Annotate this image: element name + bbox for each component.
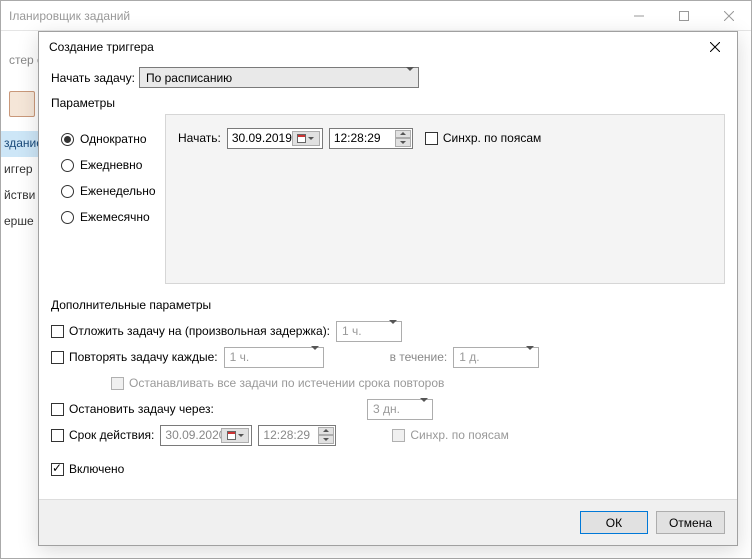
trigger-type-combo[interactable]: По расписанию [139, 67, 419, 88]
parameters-row: Однократно Ежедневно Еженедельно Ежемеся… [51, 114, 725, 284]
duration-label: в течение: [390, 350, 448, 364]
chevron-down-icon [406, 71, 414, 85]
close-button[interactable] [706, 1, 751, 30]
delay-row: Отложить задачу на (произвольная задержк… [51, 318, 725, 344]
checkbox-icon [425, 132, 438, 145]
time-spinner [318, 427, 334, 444]
radio-weekly[interactable]: Еженедельно [61, 178, 165, 204]
dialog-title: Создание триггера [49, 40, 692, 54]
chevron-down-icon [308, 137, 314, 140]
repeat-duration-combo: 1 д. [453, 347, 539, 368]
begin-task-label: Начать задачу: [51, 71, 139, 85]
enabled-row: Включено [51, 456, 725, 482]
trigger-type-value: По расписанию [146, 71, 232, 85]
wizard-sidebar: здание иггер йстви ерше [1, 131, 39, 235]
spin-up-button[interactable] [395, 130, 411, 139]
start-date-input[interactable]: 30.09.2019 [227, 128, 323, 149]
checkbox-icon [392, 429, 405, 442]
checkbox-icon [51, 325, 64, 338]
advanced-label: Дополнительные параметры [51, 298, 725, 312]
start-label: Начать: [178, 131, 221, 145]
expire-row: Срок действия: 30.09.2020 12:28:29 Синхр… [51, 422, 725, 448]
chevron-down-icon [238, 434, 244, 437]
expire-date-input: 30.09.2020 [160, 425, 252, 446]
start-time-input[interactable]: 12:28:29 [329, 128, 413, 149]
cancel-button[interactable]: Отмена [656, 511, 725, 534]
calendar-dropdown-button [221, 428, 249, 443]
stop-after-combo: 3 дн. [367, 399, 433, 420]
radio-once[interactable]: Однократно [61, 126, 165, 152]
sidebar-item-create[interactable]: здание [1, 131, 39, 157]
repeat-interval-combo: 1 ч. [224, 347, 324, 368]
parameters-panel: Начать: 30.09.2019 12:28:29 [165, 114, 725, 284]
radio-icon [61, 133, 74, 146]
calendar-icon [297, 134, 306, 143]
dialog-footer: ОК Отмена [39, 499, 737, 545]
radio-icon [61, 185, 74, 198]
minimize-button[interactable] [616, 1, 661, 30]
chevron-down-icon [311, 350, 319, 364]
chevron-down-icon [389, 324, 397, 338]
checkbox-icon [51, 403, 64, 416]
radio-icon [61, 211, 74, 224]
time-spinner [395, 130, 411, 147]
calendar-icon [227, 431, 236, 440]
begin-task-row: Начать задачу: По расписанию [51, 67, 725, 88]
dialog-close-button[interactable] [692, 33, 737, 62]
stop-after-checkbox[interactable]: Остановить задачу через: [51, 396, 361, 422]
expire-time-input: 12:28:29 [258, 425, 336, 446]
repeat-checkbox[interactable]: Повторять задачу каждые: [51, 344, 218, 370]
spin-down-button [318, 435, 334, 444]
dialog-body: Начать задачу: По расписанию Параметры О… [51, 67, 725, 495]
radio-icon [61, 159, 74, 172]
enabled-checkbox[interactable]: Включено [51, 456, 124, 482]
radio-daily[interactable]: Ежедневно [61, 152, 165, 178]
stop-after-row: Остановить задачу через: 3 дн. [51, 396, 725, 422]
sync-tz-checkbox-row[interactable]: Синхр. по поясам [425, 125, 541, 151]
dialog-titlebar: Создание триггера [39, 32, 737, 62]
sidebar-item-finish[interactable]: ерше [1, 209, 39, 235]
delay-checkbox[interactable]: Отложить задачу на (произвольная задержк… [51, 318, 330, 344]
window-controls [616, 1, 751, 30]
stop-all-row: Останавливать все задачи по истечении ср… [111, 370, 725, 396]
chevron-down-icon [526, 350, 534, 364]
parent-titlebar: Іланировщик заданий [1, 1, 751, 31]
checkbox-icon [51, 351, 64, 364]
create-trigger-dialog: Создание триггера Начать задачу: По расп… [38, 31, 738, 546]
chevron-down-icon [420, 402, 428, 416]
checkbox-icon [51, 463, 64, 476]
stop-all-checkbox: Останавливать все задачи по истечении ср… [111, 370, 444, 396]
spin-down-button[interactable] [395, 138, 411, 147]
parameters-label: Параметры [51, 96, 725, 110]
checkbox-icon [51, 429, 64, 442]
expire-sync-checkbox: Синхр. по поясам [392, 422, 508, 448]
checkbox-icon [111, 377, 124, 390]
schedule-radio-group: Однократно Ежедневно Еженедельно Ежемеся… [51, 114, 165, 284]
calendar-dropdown-button[interactable] [292, 131, 320, 146]
repeat-row: Повторять задачу каждые: 1 ч. в течение:… [51, 344, 725, 370]
parent-title: Іланировщик заданий [9, 9, 616, 23]
expire-checkbox[interactable]: Срок действия: [51, 422, 154, 448]
sidebar-item-action[interactable]: йстви [1, 183, 39, 209]
wizard-clock-icon [9, 91, 35, 117]
spin-up-button [318, 427, 334, 436]
maximize-button[interactable] [661, 1, 706, 30]
sidebar-item-trigger[interactable]: иггер [1, 157, 39, 183]
delay-combo: 1 ч. [336, 321, 402, 342]
start-datetime-row: Начать: 30.09.2019 12:28:29 [178, 125, 712, 151]
radio-monthly[interactable]: Ежемесячно [61, 204, 165, 230]
ok-button[interactable]: ОК [580, 511, 648, 534]
